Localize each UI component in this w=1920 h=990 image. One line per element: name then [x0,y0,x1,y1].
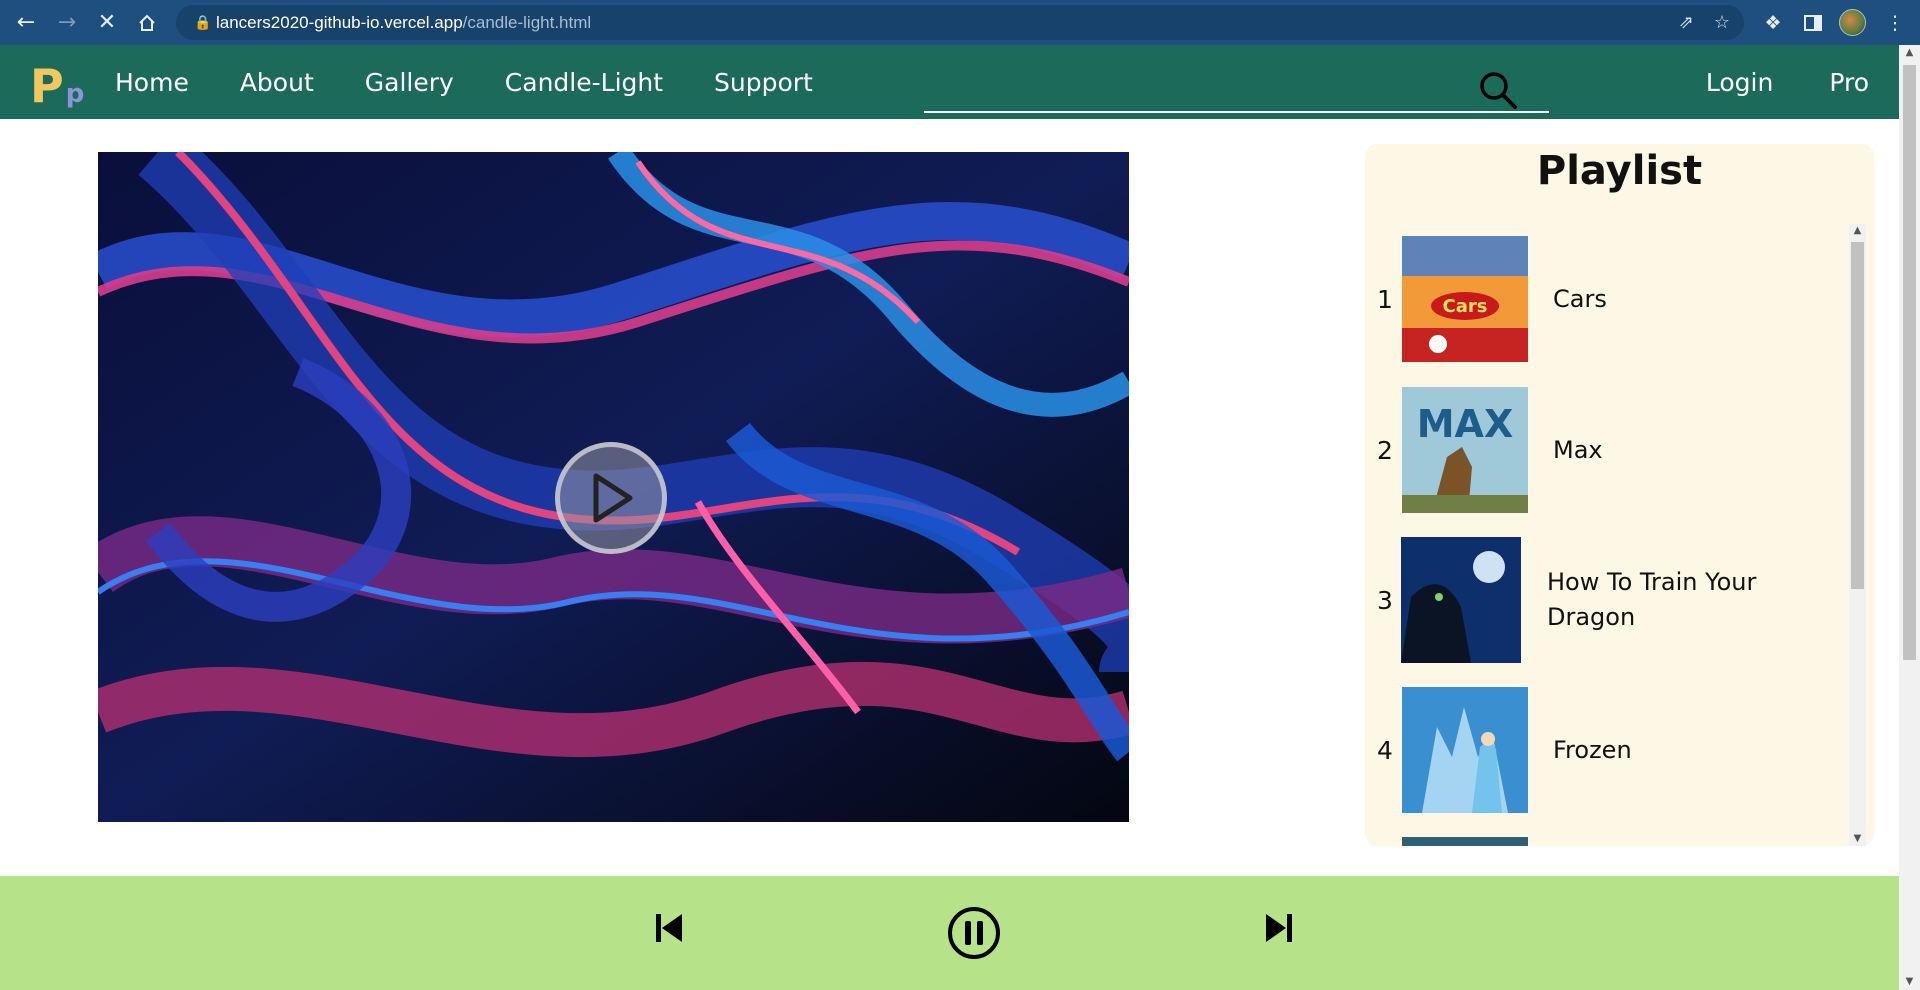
star-icon[interactable]: ☆ [1714,12,1730,33]
thumbnail-max: MAX [1402,387,1528,513]
playlist-panel: Playlist 1 Cars Cars 2 MAX Max 3 How To … [1365,144,1874,846]
thumbnail-dragon [1401,537,1521,663]
scroll-up-icon[interactable]: ▲ [1849,224,1866,238]
playlist-item-frozen[interactable]: 4 Frozen [1365,687,1855,813]
playlist-item-how-to-train-your-dragon[interactable]: 3 How To Train Your Dragon [1365,537,1855,663]
playlist-item-title: Frozen [1553,735,1632,764]
logo-letter-small: p [65,79,85,109]
playlist-items: 1 Cars Cars 2 MAX Max 3 How To Train You… [1365,224,1855,846]
next-button[interactable] [1261,910,1297,946]
search-box [924,63,1549,113]
home-icon[interactable] [127,0,167,45]
playlist-item-cars[interactable]: 1 Cars Cars [1365,236,1855,362]
playlist-item-title: Max [1553,435,1603,464]
previous-button[interactable] [651,910,687,946]
main-nav: Home About Gallery Candle-Light Support [115,45,864,119]
svg-text:MAX: MAX [1417,402,1514,446]
playlist-item-title: Cars [1553,284,1607,313]
playlist-item-number: 2 [1377,435,1393,465]
menu-icon[interactable]: ⋮ [1877,0,1913,45]
playlist-scroll-thumb[interactable] [1851,242,1864,589]
playlist-item-number: 1 [1377,284,1393,314]
avatar[interactable] [1839,9,1866,36]
next-icon [1266,914,1292,942]
thumbnail-partial [1402,837,1528,846]
logo-letter-big: P [30,59,64,113]
stop-icon[interactable]: ✕ [87,0,127,45]
pause-icon [948,907,1000,959]
address-bar[interactable]: 🔒 lancers2020-github-io.vercel.app/candl… [176,5,1744,40]
back-icon[interactable]: ← [6,0,46,45]
page-scroll-up-icon[interactable]: ▲ [1899,45,1920,61]
nav-home[interactable]: Home [115,68,189,97]
search-input[interactable] [924,63,1484,109]
playlist-item-number: 3 [1377,585,1393,615]
thumbnail-cars: Cars [1402,236,1528,362]
share-icon[interactable]: ⇗ [1679,12,1694,33]
svg-text:Cars: Cars [1443,296,1488,317]
url-path: /candle-light.html [462,12,592,32]
account-nav: Login Pro [1650,45,1869,119]
site-logo[interactable]: Pp [30,59,84,113]
playlist-scrollbar[interactable]: ▲ ▼ [1849,224,1866,846]
thumbnail-frozen [1402,687,1528,813]
lock-icon: 🔒 [194,14,212,31]
scroll-down-icon[interactable]: ▼ [1849,832,1866,846]
url-host: lancers2020-github-io.vercel.app [216,12,463,32]
nav-login[interactable]: Login [1706,68,1773,97]
play-icon [593,473,633,523]
page-scroll-thumb[interactable] [1903,65,1916,660]
forward-icon[interactable]: → [47,0,87,45]
playlist-title: Playlist [1536,148,1703,194]
nav-pro[interactable]: Pro [1829,68,1869,97]
sidepanel-icon[interactable] [1795,0,1831,45]
playlist-item-max[interactable]: 2 MAX Max [1365,387,1855,513]
nav-candle-light[interactable]: Candle-Light [505,68,663,97]
playlist-item-partial[interactable] [1365,837,1855,846]
previous-icon [656,914,682,942]
nav-about[interactable]: About [240,68,314,97]
nav-gallery[interactable]: Gallery [365,68,454,97]
page-scroll-down-icon[interactable]: ▼ [1899,974,1920,990]
playlist-item-number: 4 [1377,735,1393,765]
playlist-item-title: How To Train Your Dragon [1547,568,1757,631]
search-icon[interactable] [1477,69,1519,111]
site-header: Pp Home About Gallery Candle-Light Suppo… [0,45,1899,119]
player-controls [0,876,1899,990]
page-scrollbar[interactable]: ▲ ▼ [1899,45,1920,990]
extensions-icon[interactable]: ❖ [1755,0,1791,45]
pause-button[interactable] [947,906,1001,960]
nav-support[interactable]: Support [714,68,813,97]
video-player[interactable] [98,152,1129,822]
play-button[interactable] [555,442,667,554]
browser-toolbar: ← → ✕ 🔒 lancers2020-github-io.vercel.app… [0,0,1920,45]
